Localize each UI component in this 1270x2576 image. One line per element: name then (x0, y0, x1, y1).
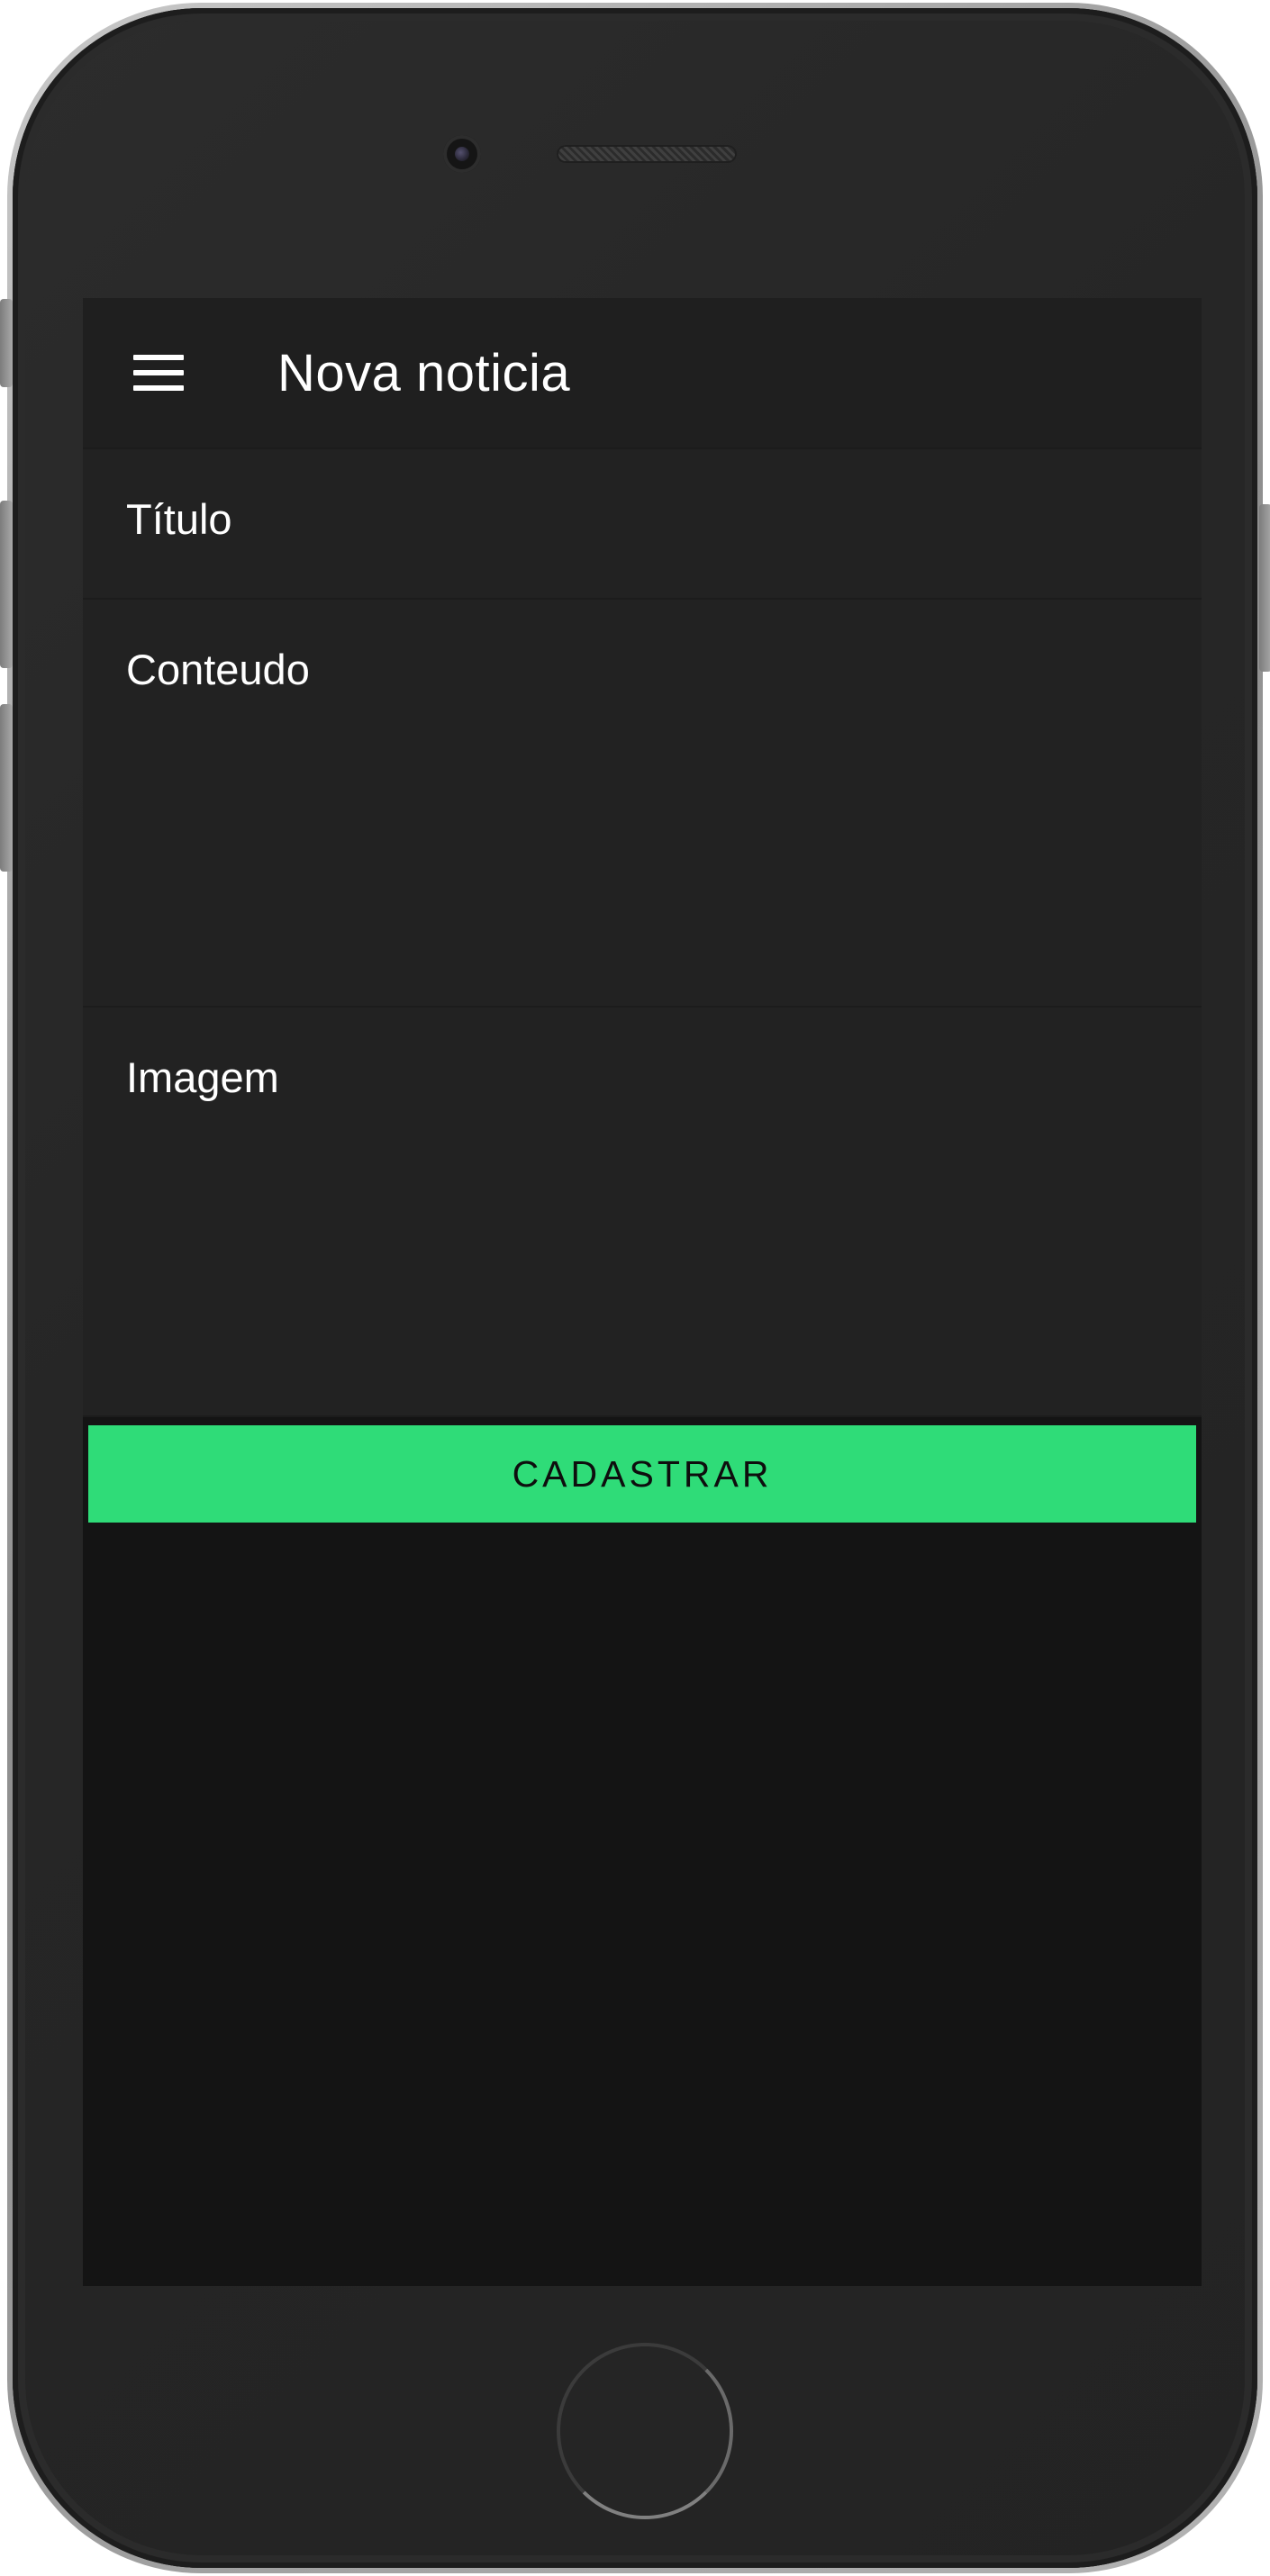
volume-down-button[interactable] (0, 704, 13, 872)
phone-frame: Nova noticia Título Conteudo Imagem CADA… (7, 3, 1263, 2573)
image-field-label: Imagem (126, 1053, 279, 1101)
home-button[interactable] (557, 2343, 733, 2519)
mute-switch[interactable] (0, 299, 13, 387)
page-title: Nova noticia (277, 343, 571, 402)
menu-button[interactable] (83, 298, 234, 448)
phone-body: Nova noticia Título Conteudo Imagem CADA… (13, 8, 1257, 2568)
earpiece-speaker (557, 145, 737, 163)
title-field-label: Título (126, 495, 232, 543)
hamburger-menu-icon (133, 355, 184, 391)
content-field-label: Conteudo (126, 646, 310, 693)
power-button[interactable] (1259, 504, 1270, 672)
volume-up-button[interactable] (0, 501, 13, 668)
image-field[interactable]: Imagem (83, 1008, 1202, 1417)
app-screen: Nova noticia Título Conteudo Imagem CADA… (83, 298, 1202, 2286)
submit-button[interactable]: CADASTRAR (88, 1425, 1196, 1523)
title-field[interactable]: Título (83, 449, 1202, 600)
content-field[interactable]: Conteudo (83, 600, 1202, 1008)
app-bar: Nova noticia (83, 298, 1202, 449)
front-camera (443, 135, 481, 173)
